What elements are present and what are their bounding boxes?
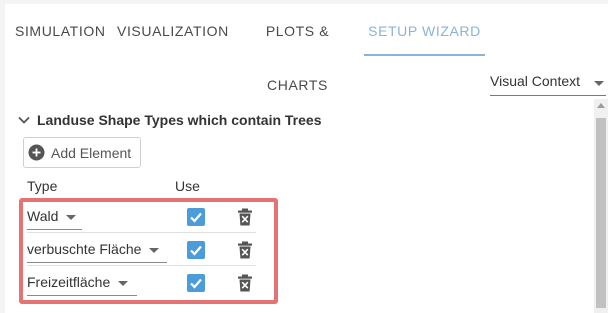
tab-bar: SIMULATION VISUALIZATION PLOTS & CHARTS …	[5, 4, 608, 93]
tab-setup-wizard-label: SETUP WIZARD	[368, 23, 481, 39]
tab-visualization[interactable]: VISUALIZATION	[117, 4, 228, 56]
column-header-type: Type	[27, 178, 58, 194]
tab-setup-wizard[interactable]: SETUP WIZARD	[364, 4, 485, 56]
visual-context-value: Visual Context	[490, 73, 581, 89]
tab-plots-charts-label: PLOTS & CHARTS	[265, 23, 330, 93]
scrollbar-thumb[interactable]	[596, 118, 606, 308]
tab-plots-charts[interactable]: PLOTS & CHARTS	[238, 4, 357, 93]
highlight-box	[19, 198, 278, 304]
scrollbar[interactable]	[594, 99, 608, 313]
main-panel: SIMULATION VISUALIZATION PLOTS & CHARTS …	[5, 4, 608, 313]
section-header[interactable]: Landuse Shape Types which contain Trees	[17, 108, 321, 132]
scroll-up-arrow-icon[interactable]	[597, 103, 605, 108]
tab-visualization-label: VISUALIZATION	[117, 23, 229, 39]
chevron-down-icon	[594, 81, 604, 86]
add-element-button[interactable]: Add Element	[23, 137, 141, 168]
chevron-down-icon	[18, 116, 30, 124]
add-element-label: Add Element	[51, 144, 132, 161]
column-header-use: Use	[175, 178, 200, 194]
plus-circle-icon	[28, 144, 45, 161]
section-title: Landuse Shape Types which contain Trees	[37, 112, 322, 128]
tab-simulation-label: SIMULATION	[15, 23, 106, 39]
tab-simulation[interactable]: SIMULATION	[15, 4, 106, 56]
visual-context-select[interactable]: Visual Context	[490, 70, 606, 96]
active-tab-indicator	[364, 54, 485, 56]
